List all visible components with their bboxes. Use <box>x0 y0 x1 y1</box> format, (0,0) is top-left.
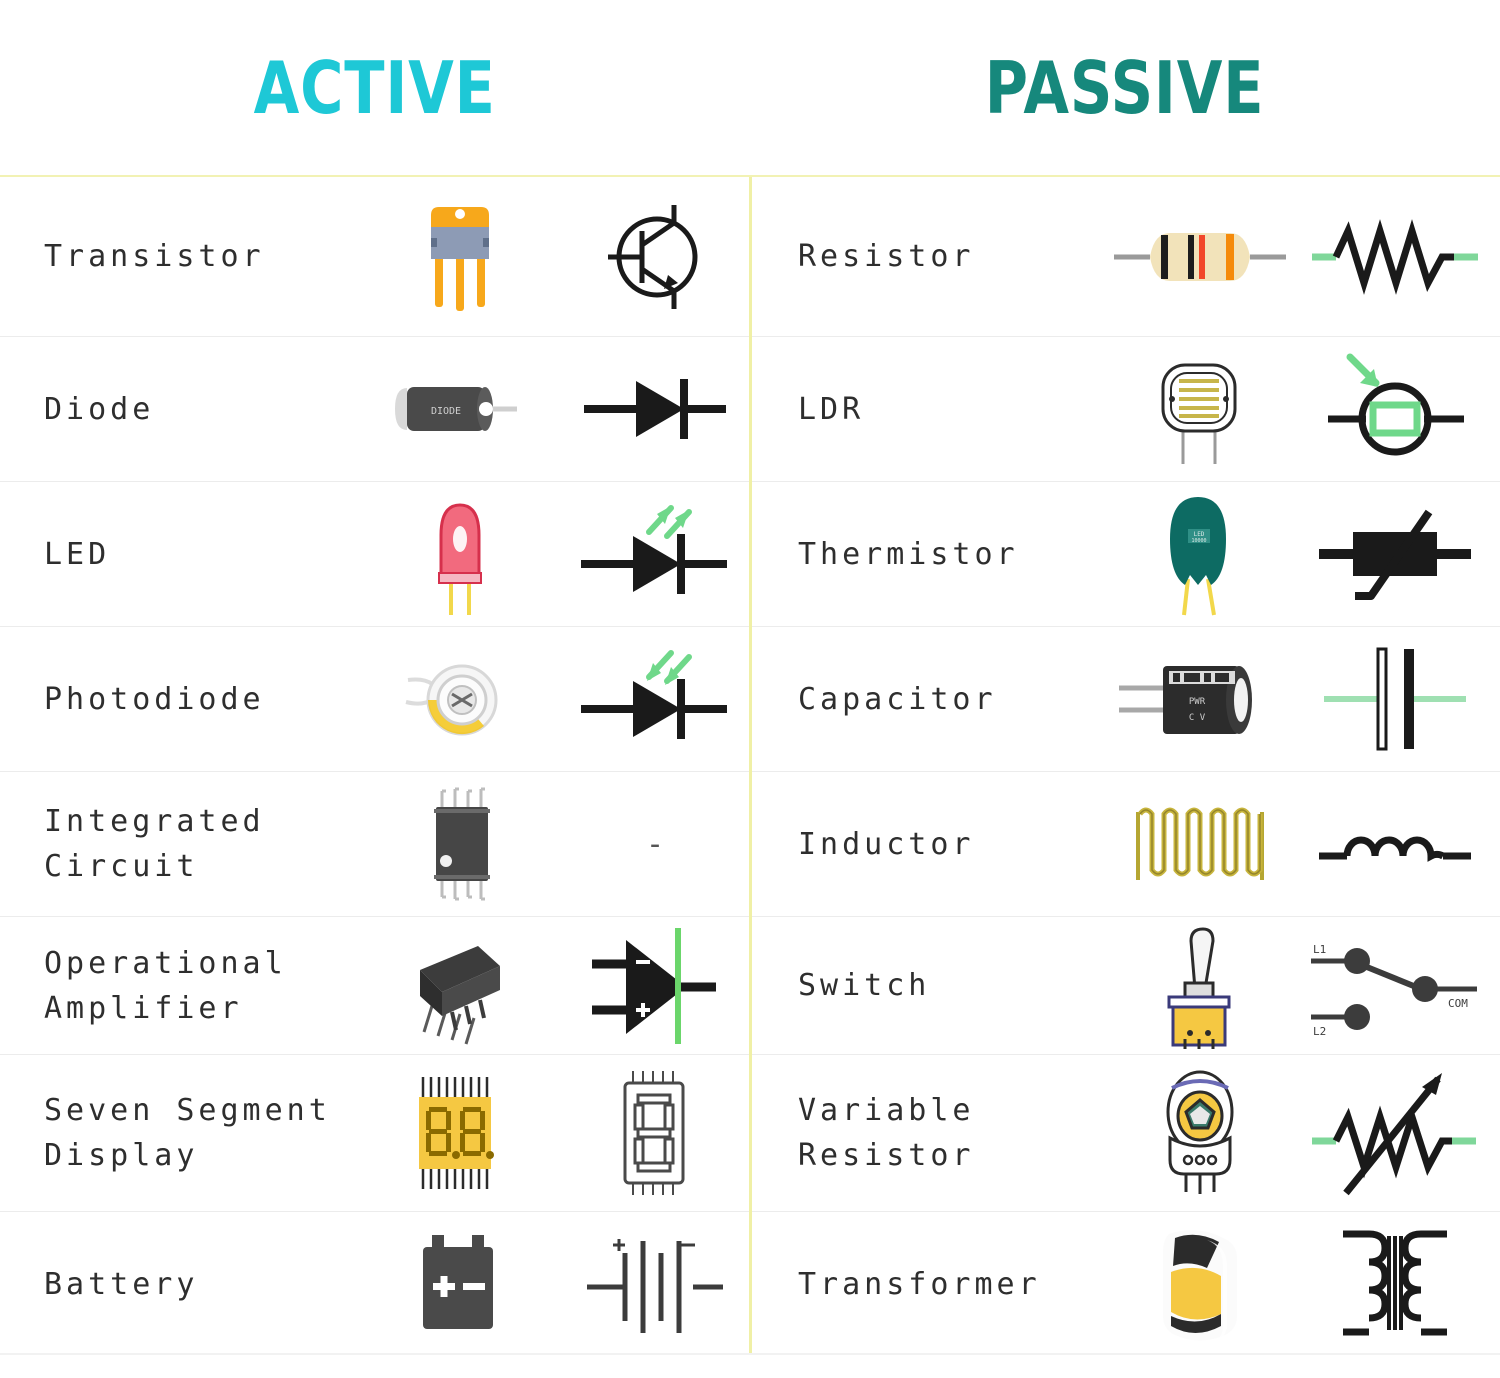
passive-header-cell: PASSIVE <box>750 0 1500 175</box>
thermistor-disc-photo: LED 10000 <box>1100 489 1300 619</box>
component-label: Variable Resistor <box>798 1093 975 1173</box>
photodiode-symbol <box>560 639 750 759</box>
variable-resistor-symbol <box>1300 1063 1490 1203</box>
active-cell: Operational Amplifier <box>0 917 750 1054</box>
passive-cell: Inductor <box>750 772 1500 916</box>
photodiode-photo <box>360 644 560 754</box>
switch-label-com: COM <box>1448 997 1468 1010</box>
passive-cell: Capacitor PWR C V <box>750 627 1500 771</box>
led-red-photo <box>360 489 560 619</box>
led-symbol <box>560 494 750 614</box>
transistor-to220-photo <box>360 197 560 317</box>
switch-label-l2: L2 <box>1313 1025 1326 1038</box>
bjt-npn-symbol <box>560 197 750 317</box>
svg-text:C V: C V <box>1189 713 1206 723</box>
diode-photo-text: DIODE <box>431 406 461 417</box>
capacitor-symbol <box>1300 639 1490 759</box>
svg-text:PWR: PWR <box>1189 697 1206 707</box>
opamp-dip-photo <box>360 926 560 1046</box>
resistor-zigzag-symbol <box>1300 217 1490 297</box>
component-label: LDR <box>798 391 865 427</box>
seven-segment-photo <box>360 1063 560 1203</box>
svg-text:10000: 10000 <box>1191 538 1206 544</box>
transformer-symbol <box>1300 1220 1490 1350</box>
active-header-cell: ACTIVE <box>0 0 750 175</box>
component-label: Transistor <box>44 239 265 274</box>
active-cell: Diode DIODE <box>0 337 750 481</box>
component-label: Battery <box>44 1267 199 1302</box>
resistor-axial-photo <box>1100 217 1300 297</box>
potentiometer-photo <box>1100 1066 1300 1201</box>
component-label: Switch <box>798 968 931 1003</box>
ldr-photo <box>1100 349 1300 469</box>
thermistor-symbol <box>1300 504 1490 604</box>
active-column-title: ACTIVE <box>253 45 497 130</box>
svg-text:LED: LED <box>1194 531 1205 538</box>
component-label: Thermistor <box>798 536 1019 572</box>
passive-cell: Variable Resistor <box>750 1055 1500 1211</box>
components-comparison-page: ACTIVE PASSIVE Transistor Resistor Diode… <box>0 0 1500 1378</box>
passive-cell: LDR <box>750 337 1500 481</box>
component-label: Capacitor <box>798 681 997 717</box>
component-label: Resistor <box>798 239 975 274</box>
column-headers: ACTIVE PASSIVE <box>0 0 1500 175</box>
component-label: Integrated Circuit <box>44 804 265 884</box>
active-cell: Transistor <box>0 177 750 336</box>
component-label: Seven Segment Display <box>44 1093 331 1173</box>
electrolytic-capacitor-photo: PWR C V <box>1100 654 1300 744</box>
switch-label-l1: L1 <box>1313 943 1326 956</box>
inductor-coil-photo <box>1100 794 1300 894</box>
symbol-dash: - <box>645 826 665 862</box>
component-label: LED <box>44 536 111 572</box>
inductor-symbol <box>1300 804 1490 884</box>
toggle-switch-photo <box>1100 921 1300 1051</box>
transformer-photo <box>1100 1220 1300 1350</box>
active-cell: Seven Segment Display <box>0 1055 750 1211</box>
passive-cell: Resistor <box>750 177 1500 336</box>
active-cell: LED <box>0 482 750 626</box>
component-label: Transformer <box>798 1267 1041 1302</box>
active-cell: Battery <box>0 1212 750 1357</box>
battery-photo <box>360 1225 560 1345</box>
ldr-symbol <box>1300 349 1490 469</box>
ic-symbol-placeholder: - <box>560 827 750 862</box>
components-table: Transistor Resistor Diode DIODE LDR LED … <box>0 175 1500 1355</box>
active-cell: Integrated Circuit - <box>0 772 750 916</box>
diode-package-photo: DIODE <box>360 374 560 444</box>
component-label: Operational Amplifier <box>44 945 287 1026</box>
passive-cell: Switch L1 L2 COM <box>750 917 1500 1054</box>
component-label: Photodiode <box>44 681 265 717</box>
passive-cell: Thermistor LED 10000 <box>750 482 1500 626</box>
ic-soic-photo <box>360 779 560 909</box>
passive-column-title: PASSIVE <box>985 45 1265 130</box>
spdt-switch-symbol: L1 L2 COM <box>1300 931 1490 1041</box>
active-cell: Photodiode <box>0 627 750 771</box>
diode-symbol <box>560 369 750 449</box>
column-divider <box>749 177 752 1353</box>
component-label: Diode <box>44 391 155 427</box>
opamp-symbol <box>560 926 750 1046</box>
passive-cell: Transformer <box>750 1212 1500 1357</box>
battery-symbol <box>560 1225 750 1345</box>
component-label: Inductor <box>798 826 975 862</box>
seven-segment-symbol <box>560 1063 750 1203</box>
